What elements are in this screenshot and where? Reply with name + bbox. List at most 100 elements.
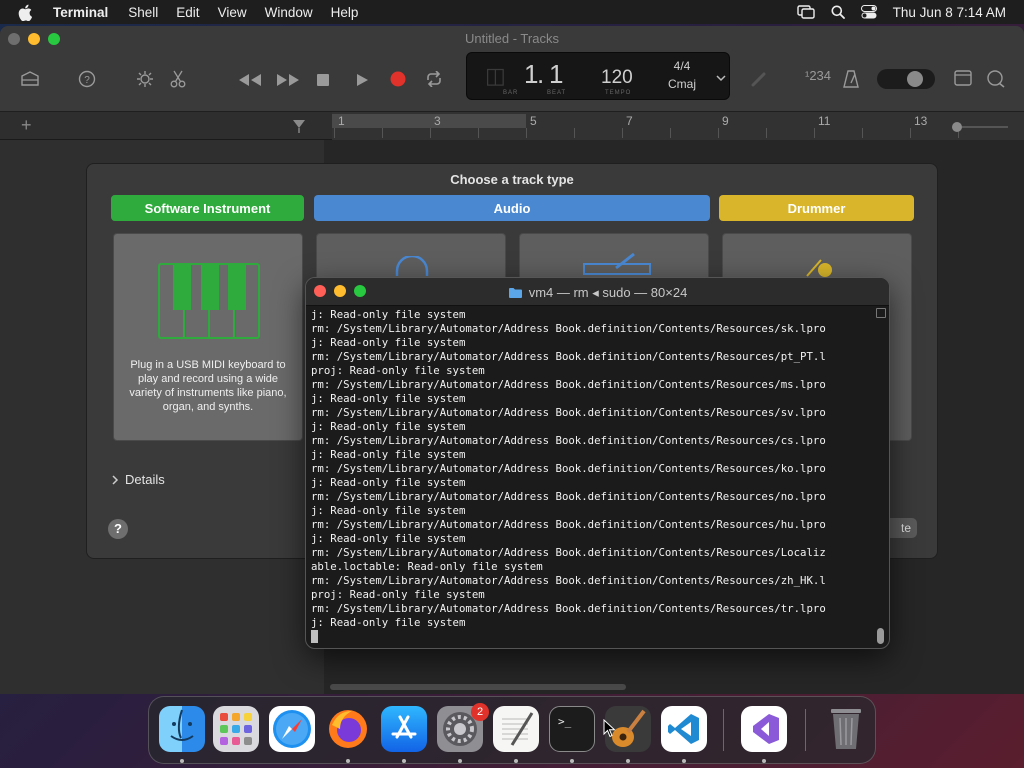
app-store-running-indicator (402, 759, 406, 763)
terminal-window: vm4 — rm ◂ sudo — 80×24 j: Read-only fil… (305, 277, 890, 649)
svg-text:>_: >_ (558, 715, 572, 728)
terminal-line: j: Read-only file system (311, 308, 466, 321)
volume-knob[interactable] (907, 71, 923, 87)
notepad-icon[interactable] (954, 70, 972, 91)
play-icon[interactable] (355, 72, 369, 92)
firefox-icon[interactable] (325, 706, 371, 752)
ruler-tick (574, 128, 575, 138)
terminal-line: rm: /System/Library/Automator/Address Bo… (311, 322, 826, 335)
ruler-tick (862, 128, 863, 138)
tuner-icon[interactable] (750, 70, 768, 93)
terminal-running-indicator (570, 759, 574, 763)
stop-icon[interactable] (316, 72, 330, 92)
fast-forward-icon[interactable] (276, 72, 300, 92)
terminal-line: proj: Read-only file system (311, 588, 485, 601)
editors-scissors-icon[interactable] (170, 70, 186, 93)
master-volume-slider[interactable] (877, 69, 935, 89)
textedit-icon[interactable] (493, 706, 539, 752)
spotlight-search-icon[interactable] (831, 5, 845, 19)
finder-running-indicator (180, 759, 184, 763)
ruler-tick (910, 128, 911, 138)
menu-shell[interactable]: Shell (128, 5, 158, 20)
terminal-line: rm: /System/Library/Automator/Address Bo… (311, 350, 826, 363)
terminal-output[interactable]: j: Read-only file system rm: /System/Libr… (311, 308, 877, 646)
help-button[interactable]: ? (108, 519, 128, 539)
terminal-line: j: Read-only file system (311, 336, 466, 349)
menu-help[interactable]: Help (331, 5, 359, 20)
software-instrument-card[interactable]: Plug in a USB MIDI keyboard to play and … (113, 233, 303, 441)
count-in-label[interactable]: ¹234 (805, 68, 831, 83)
safari-icon[interactable] (269, 706, 315, 752)
details-label: Details (125, 472, 165, 487)
ruler-region[interactable]: 1 3 5 7 9 11 13 (332, 112, 1024, 140)
launchpad-icon[interactable] (213, 706, 259, 752)
lcd-mode-icon[interactable]: ◫ (485, 63, 506, 89)
ruler-number: 1 (338, 114, 345, 128)
terminal-line: rm: /System/Library/Automator/Address Bo… (311, 378, 826, 391)
zoom-slider-track[interactable] (962, 126, 1008, 128)
catch-playhead-icon[interactable] (292, 119, 306, 138)
lcd-tempo-label: TEMPO (605, 90, 632, 96)
software-instrument-button[interactable]: Software Instrument (111, 195, 304, 221)
terminal-line: j: Read-only file system (311, 448, 466, 461)
sheet-title: Choose a track type (450, 172, 574, 187)
menu-view[interactable]: View (218, 5, 247, 20)
dock-separator (805, 709, 806, 751)
details-disclosure[interactable]: Details (111, 472, 165, 487)
zoom-slider-knob[interactable] (952, 122, 962, 132)
vscode-icon[interactable] (661, 706, 707, 752)
terminal-line: rm: /System/Library/Automator/Address Bo… (311, 574, 826, 587)
cycle-region[interactable] (332, 114, 526, 128)
ruler-tick (382, 128, 383, 138)
add-track-icon[interactable]: + (21, 115, 32, 136)
screen-mirroring-icon[interactable] (796, 5, 815, 19)
quick-help-icon[interactable]: ? (78, 70, 96, 93)
visual-studio-icon[interactable] (741, 706, 787, 752)
lcd-tempo-value[interactable]: 120 (601, 67, 633, 89)
terminal-line: rm: /System/Library/Automator/Address Bo… (311, 406, 826, 419)
app-store-icon[interactable] (381, 706, 427, 752)
ruler-number: 11 (818, 114, 831, 128)
lcd-beat-label: BEAT (547, 90, 567, 96)
audio-button[interactable]: Audio (314, 195, 710, 221)
terminal-scrollbar[interactable] (876, 308, 886, 646)
lcd-key[interactable]: Cmaj (663, 77, 701, 91)
rewind-icon[interactable] (238, 72, 262, 92)
menu-window[interactable]: Window (265, 5, 313, 20)
terminal-line: rm: /System/Library/Automator/Address Bo… (311, 490, 826, 503)
ruler-tick (766, 128, 767, 138)
record-icon[interactable] (390, 71, 406, 92)
menu-edit[interactable]: Edit (176, 5, 199, 20)
ruler-tick (670, 128, 671, 138)
terminal-titlebar[interactable]: vm4 — rm ◂ sudo — 80×24 (306, 278, 889, 306)
cycle-icon[interactable] (425, 70, 443, 92)
horizontal-scrollbar[interactable] (330, 684, 626, 690)
lcd-beat-value: 1 (549, 59, 565, 89)
garageband-window-title: Untitled - Tracks (465, 31, 559, 46)
terminal-scroll-thumb[interactable] (877, 628, 884, 644)
mouse-pointer-icon (603, 718, 616, 743)
smart-controls-icon[interactable] (136, 70, 154, 93)
timeline-ruler[interactable]: + 1 3 5 7 9 11 13 (0, 112, 1024, 140)
drummer-button[interactable]: Drummer (719, 195, 914, 221)
menu-app-name[interactable]: Terminal (53, 5, 108, 20)
settings-running-indicator (458, 759, 462, 763)
terminal-icon[interactable]: >_ (549, 706, 595, 752)
scroll-top-icon[interactable] (876, 308, 886, 318)
terminal-prompt-line[interactable] (311, 630, 877, 644)
lcd-separator: . (537, 59, 546, 89)
loop-browser-icon[interactable] (986, 70, 1006, 93)
finder-icon[interactable] (159, 706, 205, 752)
lcd-chevron-down-icon[interactable] (716, 69, 726, 87)
apple-icon[interactable] (18, 4, 38, 21)
library-icon[interactable] (20, 70, 40, 93)
metronome-icon[interactable] (843, 70, 859, 93)
terminal-line: j: Read-only file system (311, 532, 466, 545)
terminal-line: rm: /System/Library/Automator/Address Bo… (311, 462, 826, 475)
control-center-icon[interactable] (860, 5, 877, 19)
lcd-display[interactable]: ◫ 1 . 1 BAR BEAT 120 TEMPO 4/4 Cmaj (466, 52, 730, 100)
lcd-time-signature[interactable]: 4/4 (667, 59, 697, 73)
menu-clock[interactable]: Thu Jun 8 7:14 AM (893, 5, 1006, 20)
terminal-line: j: Read-only file system (311, 476, 466, 489)
trash-icon[interactable] (823, 706, 869, 752)
